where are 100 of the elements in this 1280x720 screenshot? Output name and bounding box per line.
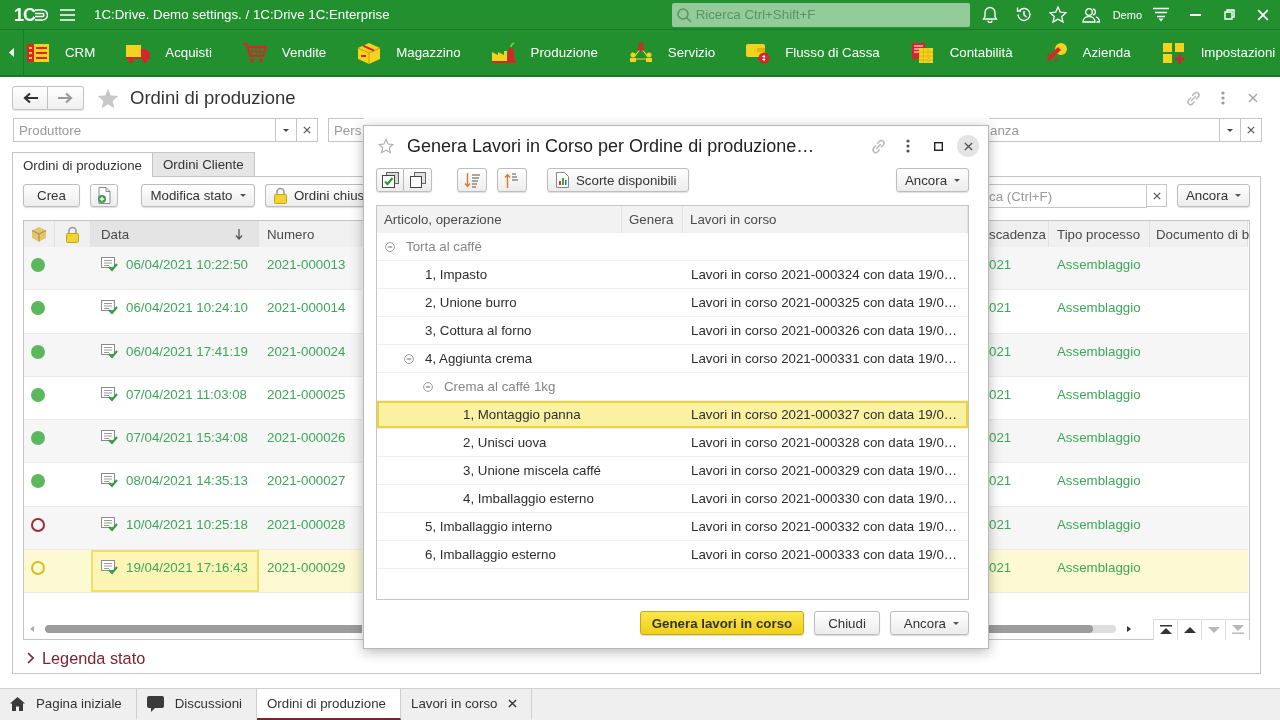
section-link[interactable]: Servizio (627, 37, 716, 68)
tree-row[interactable]: 1, Montaggio panna Lavori in corso 2021-000327 con data 19/0… (377, 401, 968, 429)
date-text: 06/04/2021 17:41:19 (126, 343, 248, 360)
create-button[interactable]: Crea (23, 184, 80, 207)
filter-field[interactable]: Produttore (13, 118, 276, 142)
scroll-left-icon (30, 626, 34, 632)
date-text: 06/04/2021 10:22:50 (126, 257, 248, 273)
document-check-icon (101, 257, 118, 272)
section-link[interactable]: CRM (25, 37, 96, 68)
scroll-button[interactable] (1177, 619, 1201, 640)
section-link[interactable]: Vendite (241, 37, 327, 68)
clear-button[interactable] (297, 118, 318, 142)
clear-button[interactable] (1241, 118, 1262, 142)
more-button[interactable]: Ancora (1177, 184, 1250, 207)
work-order-text: Lavori in corso 2021-000324 con data 19/0… (691, 267, 958, 282)
check-all-icon (381, 172, 399, 188)
work-order-text: Lavori in corso 2021-000328 con data 19/0… (691, 435, 958, 450)
taskbar-tab[interactable]: Lavori in corso (401, 689, 533, 720)
filter-field[interactable]: Pers (328, 118, 364, 142)
section-link[interactable]: Azienda (1042, 37, 1131, 68)
available-stock-button[interactable]: Scorte disponibili (547, 168, 689, 192)
collapse-icon[interactable] (385, 241, 395, 252)
caret-down-icon (954, 178, 961, 182)
tab[interactable]: Ordini di produzione (12, 152, 153, 177)
scroll-button[interactable] (1153, 619, 1177, 640)
change-status-button[interactable]: Modifica stato (141, 184, 255, 207)
section-link[interactable]: Produzione (490, 37, 598, 68)
scroll-right-icon (1127, 626, 1131, 632)
back-button[interactable] (12, 86, 48, 110)
minimize-icon (1189, 13, 1201, 16)
process-text: Assemblaggio (1057, 300, 1141, 317)
search-icon (676, 7, 692, 23)
deadline-text: 021 (989, 257, 1012, 273)
deadline-text: 021 (989, 560, 1012, 577)
number-text: 2021-000027 (267, 473, 346, 490)
more-button[interactable]: Ancora (896, 168, 969, 192)
legend-toggle[interactable]: Legenda stato (23, 648, 146, 668)
number-text: 2021-000028 (267, 516, 346, 533)
scroll-down-icon (1207, 626, 1220, 633)
work-order-text: Lavori in corso 2021-000331 con data 19/0… (691, 351, 958, 366)
tab[interactable]: Ordini Cliente (153, 152, 255, 176)
section-link[interactable]: Magazzino (356, 37, 461, 68)
link-icon (1184, 89, 1202, 107)
menu-button[interactable] (60, 8, 75, 21)
sort-descending-button[interactable] (457, 168, 487, 192)
bell-icon (981, 6, 998, 23)
stacked-squares-icon (409, 172, 426, 188)
star-icon[interactable] (97, 87, 119, 109)
collapse-icon[interactable] (404, 353, 414, 364)
section-link[interactable]: Flusso di Cassa (745, 37, 880, 68)
deadline-text: 021 (989, 430, 1012, 447)
scroll-up-icon (1183, 626, 1196, 633)
more-button[interactable]: Ancora (889, 611, 969, 635)
operation-name: 4, Aggiunta crema (425, 351, 533, 366)
wallet-icon (745, 41, 772, 64)
section-link[interactable]: Contabilità (909, 37, 1013, 68)
taskbar-tab[interactable]: Ordini di produzione (257, 689, 401, 720)
date-text: 08/04/2021 14:35:13 (126, 473, 248, 490)
date-text: 07/04/2021 15:34:08 (126, 430, 248, 447)
arrow-right-icon (58, 92, 73, 104)
uncheck-all-button[interactable] (404, 168, 432, 192)
app-logo: 1C (14, 4, 35, 25)
arrow-left-icon (22, 92, 38, 104)
generate-button[interactable]: Genera lavori in corso (639, 611, 805, 635)
clear-icon (1247, 126, 1255, 134)
deadline-text: 021 (989, 473, 1012, 490)
number-text: 2021-000013 (267, 257, 346, 273)
column-header[interactable]: Data (91, 221, 259, 247)
document-check-icon (101, 343, 118, 359)
sort-ascending-button[interactable] (497, 168, 527, 192)
document-check-icon (101, 300, 118, 316)
close-dialog-button[interactable]: Chiudi (814, 611, 880, 635)
collapse-icon[interactable] (423, 381, 433, 392)
search-field[interactable]: ca (Ctrl+F) (988, 184, 1147, 208)
star-icon[interactable] (378, 138, 394, 154)
horizontal-scrollbar[interactable] (987, 625, 1116, 633)
section-link[interactable]: Impostazioni (1160, 37, 1276, 68)
check-all-button[interactable] (376, 168, 404, 192)
scroll-to-bottom-icon (1231, 625, 1244, 634)
maximize-icon (933, 141, 943, 151)
caret-down-icon (283, 128, 289, 132)
work-order-text: Lavori in corso 2021-000329 con data 19/0… (691, 463, 958, 478)
clear-icon (303, 126, 311, 134)
document-check-icon (101, 560, 118, 576)
clear-button[interactable] (1147, 184, 1167, 207)
taskbar-tab[interactable]: Pagina iniziale (0, 689, 137, 720)
global-search-field[interactable]: Ricerca Ctrl+Shift+F (671, 2, 970, 27)
link-icon (869, 137, 887, 155)
closed-orders-button[interactable]: Ordini chius (265, 184, 363, 207)
section-link[interactable]: Acquisti (125, 37, 212, 68)
filter-field[interactable]: anza (989, 118, 1220, 142)
close-button[interactable] (957, 135, 979, 157)
document-check-icon (101, 386, 118, 402)
close-icon (508, 699, 518, 708)
scrollbar-thumb[interactable] (45, 625, 362, 633)
operation-name: 1, Montaggio panna (463, 407, 581, 422)
box-icon (356, 41, 383, 64)
add-document-button[interactable] (90, 184, 118, 207)
work-order-text: Lavori in corso 2021-000330 con data 19/0… (691, 491, 958, 506)
work-order-text: Lavori in corso 2021-000332 con data 19/0… (691, 519, 958, 534)
